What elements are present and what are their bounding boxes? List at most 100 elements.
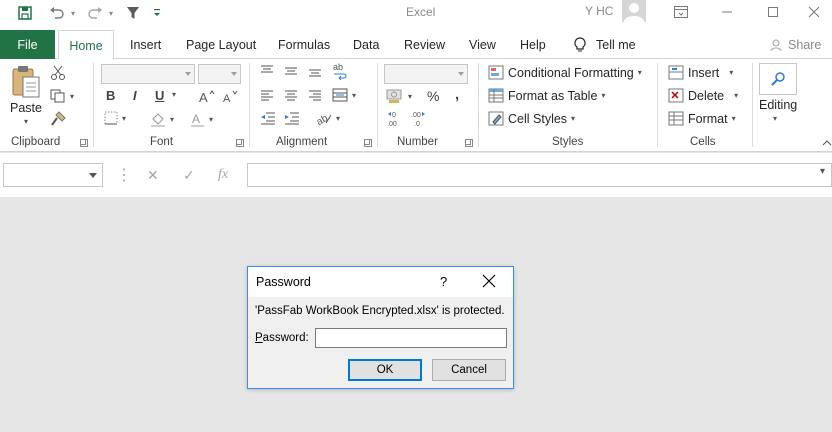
tab-formulas[interactable]: Formulas	[278, 30, 330, 59]
decrease-decimal-icon[interactable]: .00.0	[410, 111, 430, 127]
save-icon[interactable]	[14, 2, 36, 24]
editing-dropdown-icon[interactable]: ▾	[773, 114, 777, 123]
name-box[interactable]	[3, 163, 103, 187]
filter-icon[interactable]	[122, 2, 144, 24]
accounting-dropdown-icon: ▾	[408, 91, 413, 101]
underline-button[interactable]: U	[155, 88, 164, 103]
collapse-ribbon-icon[interactable]	[822, 139, 832, 147]
align-right-icon[interactable]	[308, 88, 322, 102]
decrease-font-size-icon[interactable]: A	[223, 89, 239, 103]
font-family-select[interactable]	[101, 64, 195, 84]
undo-dropdown-icon[interactable]: ▾	[68, 2, 78, 24]
svg-text:.00: .00	[411, 112, 421, 119]
alignment-launcher-icon[interactable]	[364, 139, 372, 147]
font-size-select[interactable]	[198, 64, 241, 84]
editing-label[interactable]: Editing	[759, 98, 797, 112]
conditional-formatting-button[interactable]: Conditional Formatting ▾	[488, 65, 642, 80]
wrap-text-icon[interactable]: ab	[332, 62, 348, 80]
top-align-icon[interactable]	[260, 64, 274, 78]
enter-entry-icon[interactable]: ✓	[183, 167, 195, 184]
percent-style-button[interactable]: %	[427, 88, 439, 104]
font-color-dropdown-icon: ▾	[209, 114, 214, 124]
cancel-button[interactable]: Cancel	[432, 359, 506, 381]
tab-insert[interactable]: Insert	[130, 30, 161, 59]
tab-help[interactable]: Help	[520, 30, 546, 59]
app-title: Excel	[406, 5, 436, 19]
italic-button[interactable]: I	[133, 88, 137, 103]
expand-formula-bar-icon[interactable]: ▾	[820, 166, 825, 177]
tab-view[interactable]: View	[469, 30, 496, 59]
number-group-label: Number	[397, 136, 438, 148]
find-select-icon[interactable]	[759, 63, 797, 95]
cells-group-label: Cells	[690, 136, 716, 148]
insert-cells-button[interactable]: Insert ▾	[668, 65, 733, 80]
paste-button[interactable]: Paste ▾	[10, 65, 42, 126]
tab-data[interactable]: Data	[353, 30, 379, 59]
password-label: Password:	[255, 332, 309, 344]
underline-dropdown-icon[interactable]: ▾	[172, 90, 176, 99]
tab-page-layout[interactable]: Page Layout	[186, 30, 256, 59]
font-color-button[interactable]: A ▾	[191, 111, 213, 127]
cut-icon[interactable]	[50, 65, 66, 81]
redo-dropdown-icon[interactable]: ▾	[106, 2, 116, 24]
clipboard-launcher-icon[interactable]	[80, 139, 88, 147]
align-left-icon[interactable]	[260, 88, 274, 102]
cell-styles-button[interactable]: Cell Styles ▾	[488, 111, 575, 126]
bold-button[interactable]: B	[106, 88, 115, 103]
number-format-select[interactable]	[384, 64, 468, 84]
orientation-button[interactable]: ab ▾	[316, 111, 340, 125]
person-icon	[770, 38, 784, 52]
middle-align-icon[interactable]	[284, 64, 298, 78]
font-launcher-icon[interactable]	[236, 139, 244, 147]
tab-review[interactable]: Review	[404, 30, 445, 59]
delete-cells-button[interactable]: Delete ▾	[668, 88, 738, 103]
svg-text:.00: .00	[387, 121, 397, 127]
paste-label: Paste	[10, 101, 42, 115]
fill-color-button[interactable]: ▾	[150, 111, 174, 127]
format-as-table-button[interactable]: Format as Table ▾	[488, 88, 605, 103]
increase-font-size-icon[interactable]: A	[199, 89, 215, 103]
bottom-align-icon[interactable]	[308, 64, 322, 78]
format-painter-icon[interactable]	[50, 111, 66, 127]
align-center-icon[interactable]	[284, 88, 298, 102]
insert-cells-icon	[668, 65, 684, 80]
share-button[interactable]: Share	[770, 30, 821, 59]
cancel-entry-icon[interactable]: ✕	[147, 167, 159, 184]
tab-home[interactable]: Home	[58, 30, 114, 60]
lightbulb-icon	[574, 36, 586, 53]
svg-text:.0: .0	[414, 121, 420, 127]
increase-indent-icon[interactable]	[284, 111, 300, 125]
ribbon-display-options-icon[interactable]	[658, 0, 704, 24]
conditional-formatting-dropdown-icon: ▾	[637, 68, 642, 77]
increase-decimal-icon[interactable]: 0.00	[386, 111, 406, 127]
decrease-indent-icon[interactable]	[260, 111, 276, 125]
comma-style-button[interactable]: ,	[455, 86, 459, 103]
insert-function-icon[interactable]: fx	[218, 167, 228, 183]
borders-button[interactable]: ▾	[104, 111, 126, 125]
copy-button[interactable]: ▾	[50, 89, 74, 103]
help-icon[interactable]: ?	[440, 274, 447, 289]
maximize-icon[interactable]	[750, 0, 796, 24]
ok-button[interactable]: OK	[348, 359, 422, 381]
tab-file[interactable]: File	[0, 30, 55, 59]
tell-me-search[interactable]: Tell me	[574, 30, 636, 59]
dialog-title: Password	[256, 275, 311, 289]
merge-center-icon	[332, 88, 348, 102]
redo-icon[interactable]	[84, 2, 106, 24]
customize-toolbar-icon[interactable]	[150, 2, 164, 24]
format-as-table-dropdown-icon: ▾	[601, 91, 606, 100]
password-input[interactable]	[315, 328, 507, 348]
merge-center-button[interactable]: ▾	[332, 88, 356, 102]
dialog-close-icon[interactable]	[482, 274, 496, 288]
close-icon[interactable]	[796, 0, 832, 24]
user-name[interactable]: Y HC	[585, 4, 613, 18]
name-box-dropdown-icon[interactable]	[89, 173, 97, 178]
formula-bar-splitter-icon[interactable]: ⋮	[116, 165, 132, 185]
number-launcher-icon[interactable]	[465, 139, 473, 147]
undo-icon[interactable]	[46, 2, 68, 24]
format-cells-button[interactable]: Format ▾	[668, 111, 736, 126]
minimize-icon[interactable]	[704, 0, 750, 24]
accounting-format-button[interactable]: ▾	[386, 88, 412, 104]
formula-input[interactable]	[247, 163, 832, 187]
avatar[interactable]	[622, 0, 646, 22]
